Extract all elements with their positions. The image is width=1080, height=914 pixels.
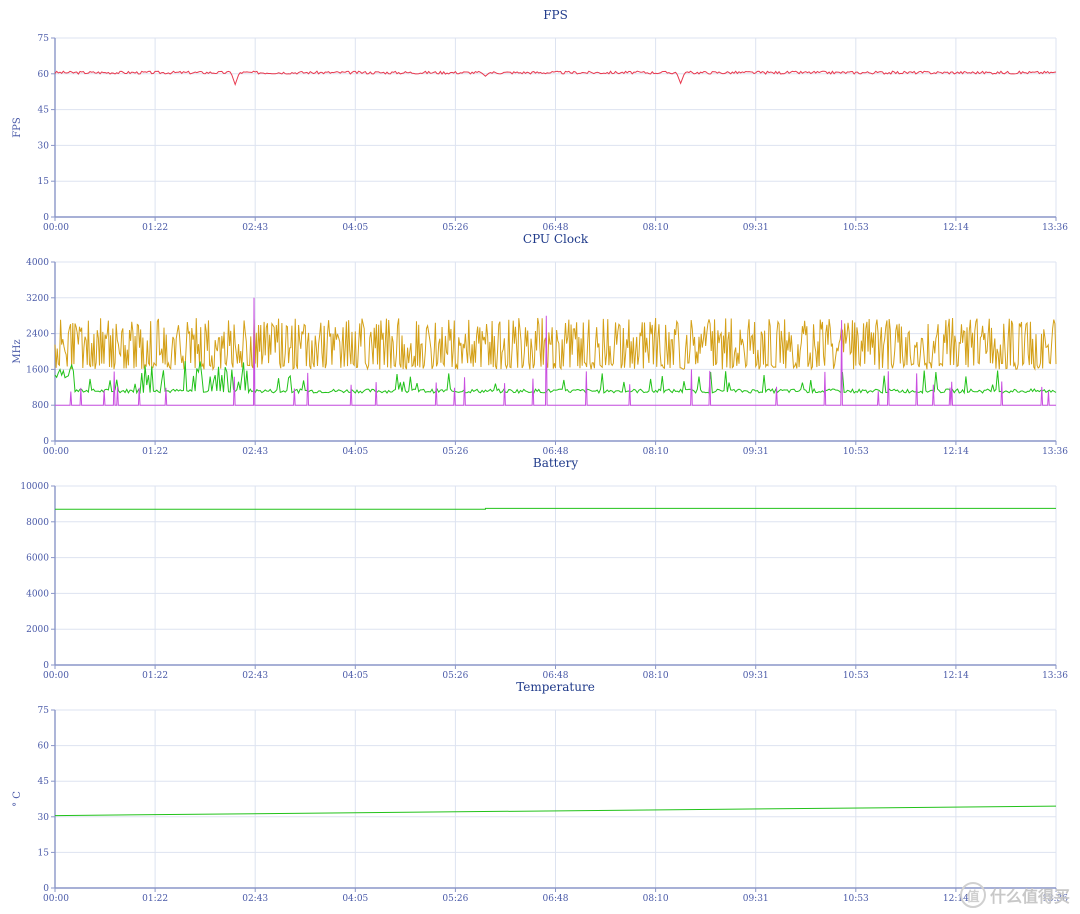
x-tick-label: 10:53 — [843, 894, 869, 904]
y-tick-label: 0 — [43, 884, 49, 894]
y-tick-label: 2000 — [26, 625, 49, 635]
x-tick-label: 02:43 — [242, 671, 268, 681]
y-tick-label: 2400 — [26, 330, 49, 340]
y-tick-label: 60 — [38, 742, 50, 752]
x-tick-label: 01:22 — [142, 223, 168, 233]
x-tick-label: 00:00 — [43, 671, 69, 681]
x-tick-label: 01:22 — [142, 671, 168, 681]
temperature-ylabel: ° C — [12, 791, 23, 807]
fps-ylabel: FPS — [12, 117, 23, 138]
x-tick-label: 10:53 — [843, 223, 869, 233]
x-tick-label: 09:31 — [743, 894, 769, 904]
battery-chart: Battery 0 2000 4000 6000 8000 10000 00:00 01:22 0… — [20, 456, 1068, 681]
x-tick-label: 13:36 — [1042, 223, 1068, 233]
performance-charts: FPS 0 15 30 45 60 75 00:00 01:22 02:43 04:05 05:26 0… — [12, 8, 1068, 904]
x-tick-label: 05:26 — [442, 223, 468, 233]
x-tick-label: 12:14 — [943, 447, 969, 457]
x-tick-label: 12:14 — [943, 223, 969, 233]
x-tick-label: 00:00 — [43, 447, 69, 457]
x-tick-label: 05:26 — [442, 894, 468, 904]
y-tick-label: 800 — [32, 401, 49, 411]
y-tick-label: 30 — [38, 141, 50, 151]
x-tick-label: 04:05 — [342, 447, 368, 457]
x-tick-label: 01:22 — [142, 894, 168, 904]
y-tick-label: 1600 — [26, 365, 49, 375]
watermark-logo-icon: 值 — [959, 882, 986, 908]
x-tick-label: 02:43 — [242, 223, 268, 233]
x-tick-label: 05:26 — [442, 447, 468, 457]
x-tick-label: 05:26 — [442, 671, 468, 681]
x-tick-label: 08:10 — [643, 447, 669, 457]
x-tick-label: 04:05 — [342, 671, 368, 681]
y-tick-label: 8000 — [26, 518, 49, 528]
x-tick-label: 12:14 — [943, 671, 969, 681]
fps-title: FPS — [543, 8, 568, 22]
y-tick-label: 3200 — [26, 294, 49, 304]
y-tick-label: 4000 — [26, 258, 49, 268]
y-tick-label: 15 — [38, 177, 50, 187]
y-tick-label: 6000 — [26, 554, 49, 564]
x-tick-label: 02:43 — [242, 447, 268, 457]
y-tick-label: 10000 — [20, 482, 49, 492]
y-tick-label: 75 — [38, 34, 50, 44]
battery-title: Battery — [533, 456, 578, 470]
y-tick-label: 4000 — [26, 589, 49, 599]
cpu-ylabel: MHz — [12, 339, 23, 363]
y-tick-label: 60 — [38, 70, 50, 80]
x-tick-label: 00:00 — [43, 894, 69, 904]
x-tick-label: 06:48 — [543, 894, 569, 904]
x-tick-label: 04:05 — [342, 894, 368, 904]
fps-chart: FPS 0 15 30 45 60 75 00:00 01:22 02:43 04:05 05:26 0… — [12, 8, 1068, 233]
y-tick-label: 0 — [43, 213, 49, 223]
x-tick-label: 13:36 — [1042, 671, 1068, 681]
x-tick-label: 08:10 — [643, 894, 669, 904]
x-tick-label: 09:31 — [743, 671, 769, 681]
y-tick-label: 30 — [38, 813, 50, 823]
watermark-text: 什么值得买 — [989, 887, 1070, 906]
x-tick-label: 04:05 — [342, 223, 368, 233]
y-tick-label: 0 — [43, 661, 49, 671]
x-tick-label: 00:00 — [43, 223, 69, 233]
watermark: 值 什么值得买 — [959, 882, 1070, 908]
x-tick-label: 02:43 — [242, 894, 268, 904]
temperature-title: Temperature — [516, 680, 595, 694]
y-tick-label: 15 — [38, 848, 50, 858]
x-tick-label: 09:31 — [743, 223, 769, 233]
cpu-title: CPU Clock — [523, 232, 589, 246]
x-tick-label: 08:10 — [643, 223, 669, 233]
x-tick-label: 08:10 — [643, 671, 669, 681]
cpu-chart: CPU Clock 0 800 1600 2400 3200 4000 00:00 01:22 0… — [12, 232, 1068, 457]
y-tick-label: 45 — [38, 106, 50, 116]
x-tick-label: 09:31 — [743, 447, 769, 457]
x-tick-label: 10:53 — [843, 447, 869, 457]
x-tick-label: 01:22 — [142, 447, 168, 457]
y-tick-label: 75 — [38, 706, 50, 716]
temperature-chart: Temperature 0 15 30 45 60 75 00:00 01:22 02:43 04:… — [12, 680, 1068, 904]
x-tick-label: 10:53 — [843, 671, 869, 681]
y-tick-label: 0 — [43, 437, 49, 447]
x-tick-label: 13:36 — [1042, 447, 1068, 457]
y-tick-label: 45 — [38, 777, 50, 787]
